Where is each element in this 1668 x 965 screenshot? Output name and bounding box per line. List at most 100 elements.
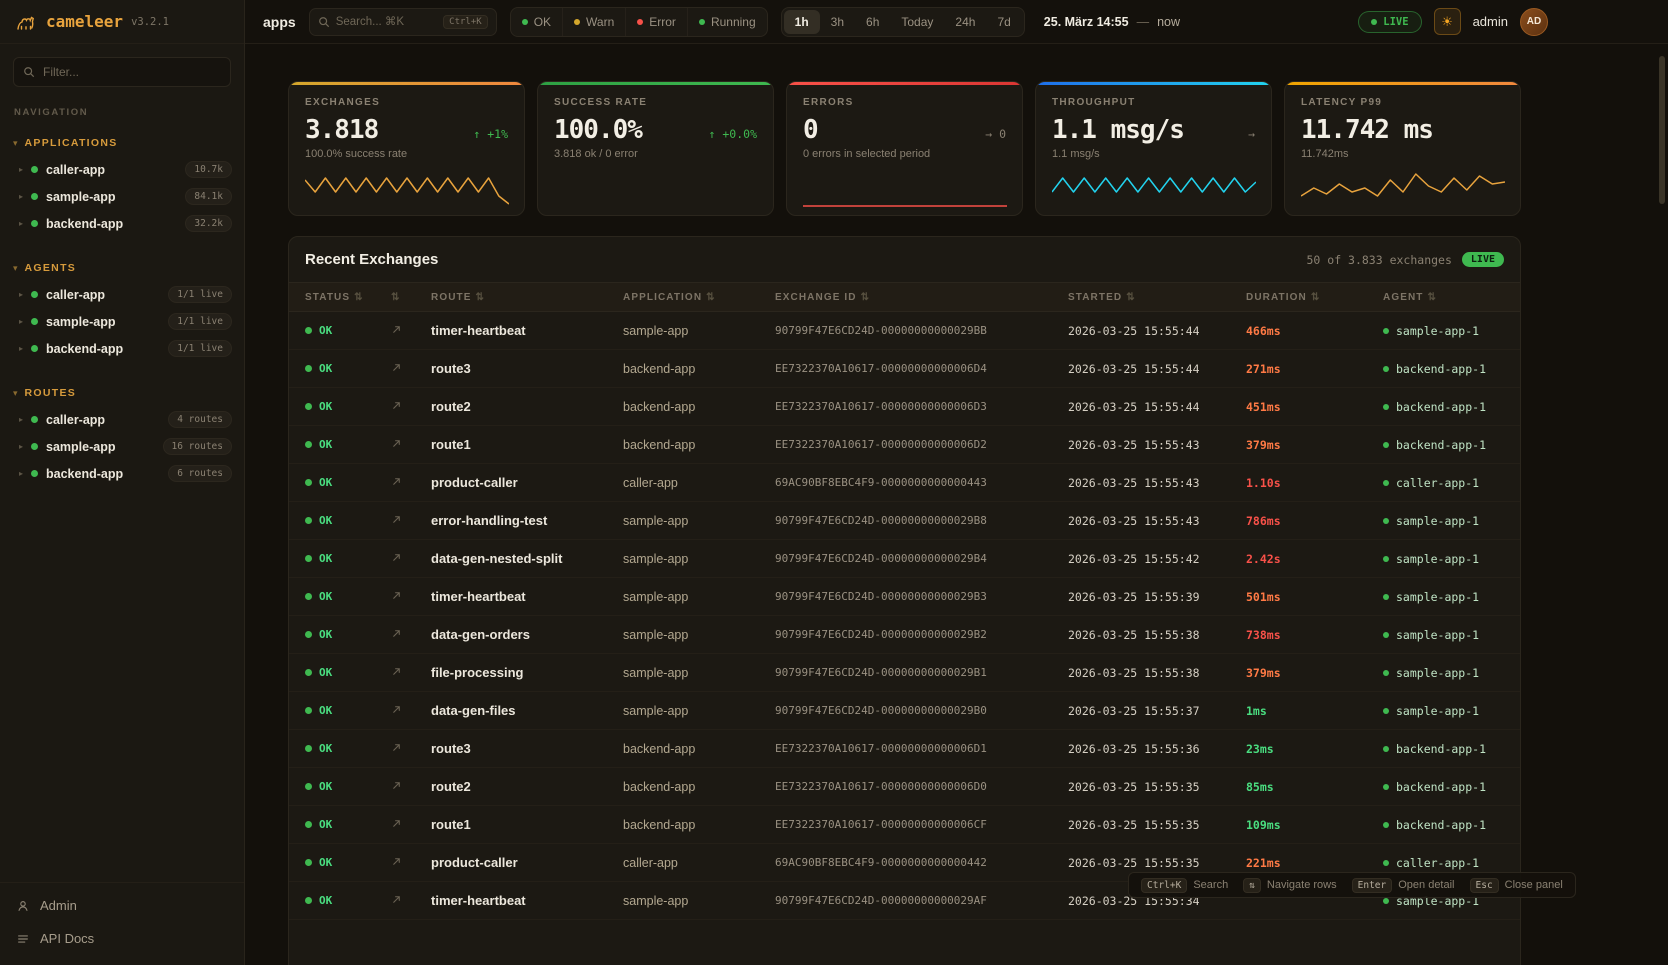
column-header-exchange-id[interactable]: EXCHANGE ID⇅: [775, 292, 1068, 303]
sidebar-item-sample-app[interactable]: ▸sample-app84.1k: [0, 183, 244, 210]
time-range-today[interactable]: Today: [890, 10, 944, 34]
api-docs-icon: [16, 932, 30, 946]
external-link-icon[interactable]: [391, 514, 402, 525]
time-range-3h[interactable]: 3h: [820, 10, 855, 34]
table-row[interactable]: OKroute3backend-appEE7322370A10617-00000…: [289, 730, 1520, 768]
stat-label: LATENCY P99: [1301, 97, 1504, 108]
status-filter-warn[interactable]: Warn: [563, 8, 626, 36]
table-body: OKtimer-heartbeatsample-app90799F47E6CD2…: [289, 312, 1520, 920]
status-filter-error[interactable]: Error: [626, 8, 688, 36]
sidebar-item-backend-app[interactable]: ▸backend-app6 routes: [0, 460, 244, 487]
external-link-icon[interactable]: [391, 704, 402, 715]
sidebar-filter-input[interactable]: [43, 65, 221, 79]
column-header-label: APPLICATION: [623, 292, 702, 303]
shortcut-key: Ctrl+K: [1141, 878, 1187, 893]
date-range-picker[interactable]: 25. März 14:55 — now: [1038, 15, 1186, 29]
route-cell: route2: [431, 399, 623, 414]
external-link-icon[interactable]: [391, 628, 402, 639]
theme-toggle-button[interactable]: ☀: [1434, 8, 1461, 35]
external-link-icon[interactable]: [391, 438, 402, 449]
column-header-duration[interactable]: DURATION⇅: [1246, 292, 1383, 303]
stat-sparkline: [1052, 166, 1255, 208]
table-row[interactable]: OKroute3backend-appEE7322370A10617-00000…: [289, 350, 1520, 388]
status-dot-icon: [522, 19, 528, 25]
status-filter-running[interactable]: Running: [688, 8, 767, 36]
footer-link-admin[interactable]: Admin: [0, 889, 244, 922]
external-link-icon[interactable]: [391, 856, 402, 867]
table-row[interactable]: OKdata-gen-nested-splitsample-app90799F4…: [289, 540, 1520, 578]
external-link-icon[interactable]: [391, 780, 402, 791]
status-dot-icon: [31, 291, 38, 298]
sort-icon: ⇅: [354, 292, 363, 303]
external-link-icon[interactable]: [391, 400, 402, 411]
route-cell: route1: [431, 437, 623, 452]
status-label: OK: [319, 628, 332, 641]
global-search-input[interactable]: [336, 16, 437, 28]
status-filter-ok[interactable]: OK: [511, 8, 563, 36]
table-row[interactable]: OKroute1backend-appEE7322370A10617-00000…: [289, 426, 1520, 464]
column-header-link[interactable]: ⇅: [391, 292, 431, 303]
column-header-agent[interactable]: AGENT⇅: [1383, 292, 1504, 303]
status-cell: OK: [305, 476, 391, 489]
sidebar-item-backend-app[interactable]: ▸backend-app32.2k: [0, 210, 244, 237]
sort-icon: ⇅: [706, 292, 715, 303]
section-header-agents[interactable]: ▾AGENTS: [0, 255, 244, 281]
column-header-status[interactable]: STATUS ⇅: [305, 292, 391, 303]
sidebar-item-sample-app[interactable]: ▸sample-app16 routes: [0, 433, 244, 460]
sidebar-section-applications: ▾APPLICATIONS▸caller-app10.7k▸sample-app…: [0, 130, 244, 237]
sidebar-item-caller-app[interactable]: ▸caller-app10.7k: [0, 156, 244, 183]
time-range-24h[interactable]: 24h: [944, 10, 986, 34]
status-cell: OK: [305, 666, 391, 679]
column-header-route[interactable]: ROUTE⇅: [431, 292, 623, 303]
column-header-label: STARTED: [1068, 292, 1122, 303]
column-header-application[interactable]: APPLICATION ⇅: [623, 292, 775, 303]
shortcut-hint: Ctrl+KSearch: [1141, 878, 1228, 893]
external-link-icon[interactable]: [391, 476, 402, 487]
global-search[interactable]: Ctrl+K: [309, 8, 497, 36]
section-header-routes[interactable]: ▾ROUTES: [0, 380, 244, 406]
time-range-1h[interactable]: 1h: [784, 10, 820, 34]
external-link-icon[interactable]: [391, 666, 402, 677]
status-cell: OK: [305, 856, 391, 869]
table-row[interactable]: OKroute2backend-appEE7322370A10617-00000…: [289, 768, 1520, 806]
open-route-cell: [391, 436, 431, 454]
column-header-started[interactable]: STARTED⇅: [1068, 292, 1246, 303]
table-row[interactable]: OKtimer-heartbeatsample-app90799F47E6CD2…: [289, 578, 1520, 616]
external-link-icon[interactable]: [391, 742, 402, 753]
app-version: v3.2.1: [131, 16, 169, 28]
footer-link-api-docs[interactable]: API Docs: [0, 922, 244, 955]
sidebar-item-caller-app[interactable]: ▸caller-app4 routes: [0, 406, 244, 433]
table-row[interactable]: OKdata-gen-filessample-app90799F47E6CD24…: [289, 692, 1520, 730]
stat-value: 3.818: [305, 115, 378, 145]
table-row[interactable]: OKerror-handling-testsample-app90799F47E…: [289, 502, 1520, 540]
agent-label: backend-app-1: [1396, 780, 1486, 794]
external-link-icon[interactable]: [391, 552, 402, 563]
table-row[interactable]: OKproduct-callercaller-app69AC90BF8EBC4F…: [289, 464, 1520, 502]
agent-dot-icon: [1383, 366, 1389, 372]
column-header-label: STATUS: [305, 292, 350, 303]
external-link-icon[interactable]: [391, 362, 402, 373]
status-cell: OK: [305, 704, 391, 717]
sidebar-filter[interactable]: [13, 57, 231, 87]
section-header-applications[interactable]: ▾APPLICATIONS: [0, 130, 244, 156]
external-link-icon[interactable]: [391, 818, 402, 829]
duration-cell: 85ms: [1246, 780, 1383, 794]
external-link-icon[interactable]: [391, 590, 402, 601]
time-range-7d[interactable]: 7d: [986, 10, 1021, 34]
avatar[interactable]: AD: [1520, 8, 1548, 36]
stat-card-errors: ERRORS0→ 00 errors in selected period: [786, 81, 1023, 216]
time-range-6h[interactable]: 6h: [855, 10, 890, 34]
table-row[interactable]: OKdata-gen-orderssample-app90799F47E6CD2…: [289, 616, 1520, 654]
table-row[interactable]: OKroute1backend-appEE7322370A10617-00000…: [289, 806, 1520, 844]
vertical-scrollbar[interactable]: [1659, 56, 1665, 204]
live-toggle[interactable]: LIVE: [1358, 11, 1421, 33]
sidebar-item-backend-app[interactable]: ▸backend-app1/1 live: [0, 335, 244, 362]
table-row[interactable]: OKtimer-heartbeatsample-app90799F47E6CD2…: [289, 312, 1520, 350]
stat-trend: ↑ +0.0%: [709, 127, 757, 141]
sidebar-item-sample-app[interactable]: ▸sample-app1/1 live: [0, 308, 244, 335]
external-link-icon[interactable]: [391, 324, 402, 335]
table-row[interactable]: OKroute2backend-appEE7322370A10617-00000…: [289, 388, 1520, 426]
sidebar-item-caller-app[interactable]: ▸caller-app1/1 live: [0, 281, 244, 308]
table-row[interactable]: OKfile-processingsample-app90799F47E6CD2…: [289, 654, 1520, 692]
external-link-icon[interactable]: [391, 894, 402, 905]
